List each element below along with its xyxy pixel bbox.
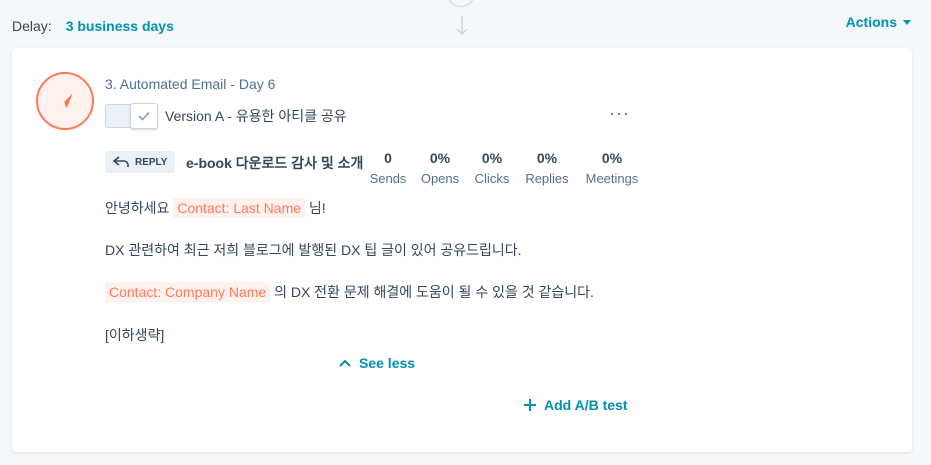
toggle-knob[interactable] (130, 103, 158, 129)
plus-icon (524, 399, 536, 411)
personalization-token: Contact: Last Name (173, 198, 306, 218)
delay-value[interactable]: 3 business days (66, 18, 174, 34)
actions-label: Actions (845, 14, 897, 30)
reply-label: REPLY (135, 156, 168, 168)
delay-row: Delay: 3 business days (12, 18, 174, 34)
version-label: Version A - 유용한 아티클 공유 (165, 108, 347, 124)
chevron-up-icon (339, 359, 351, 367)
paper-plane-icon (36, 72, 94, 130)
add-ab-test-button[interactable]: Add A/B test (524, 397, 627, 413)
add-ab-label: Add A/B test (544, 397, 628, 413)
email-body-line-4: [이하생략] (105, 327, 165, 343)
see-less-button[interactable]: See less (339, 355, 415, 371)
caret-down-icon (903, 19, 911, 25)
actions-dropdown[interactable]: Actions (846, 14, 911, 30)
email-body-line-3: Contact: Company Name 의 DX 전환 문제 해결에 도움이… (105, 282, 594, 302)
email-body-line-1: 안녕하세요 Contact: Last Name 님! (105, 198, 326, 218)
email-subject: e-book 다운로드 감사 및 소개 (186, 155, 364, 171)
delay-label: Delay: (12, 18, 52, 34)
connector-arrow-icon (455, 16, 469, 40)
reply-badge: REPLY (105, 151, 176, 173)
email-body-line-2: DX 관련하여 최근 저희 블로그에 발행된 DX 팁 글이 있어 공유드립니다… (105, 242, 522, 258)
version-toggle[interactable] (105, 103, 158, 129)
step-title: 3. Automated Email - Day 6 (105, 76, 276, 92)
stat-label: Meetings (585, 171, 639, 186)
connector-node (447, 0, 475, 7)
stat-value: 0% (601, 150, 623, 166)
reply-arrow-icon (113, 156, 129, 167)
personalization-token: Contact: Company Name (105, 282, 271, 302)
stat-meetings: 0% Meetings (577, 150, 647, 186)
body-text: 안녕하세요 (105, 200, 170, 216)
check-icon (138, 111, 150, 121)
sequence-step-card: 3. Automated Email - Day 6 Version A - 유… (12, 48, 912, 452)
body-text: 의 DX 전환 문제 해결에 도움이 될 수 있을 것 같습니다. (274, 284, 594, 300)
version-row: Version A - 유용한 아티클 공유 (105, 103, 347, 129)
stat-label: Replies (525, 171, 569, 186)
stat-replies: 0% Replies (512, 150, 582, 186)
stat-value: 0% (536, 150, 558, 166)
see-less-label: See less (359, 355, 416, 371)
body-text: 님! (308, 200, 326, 216)
more-options-button[interactable]: ··· (609, 103, 630, 124)
